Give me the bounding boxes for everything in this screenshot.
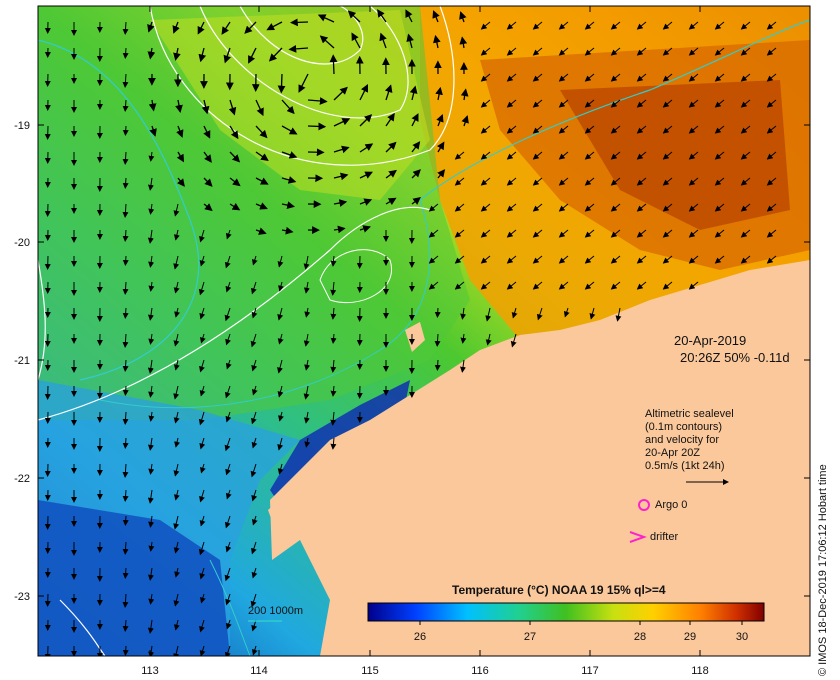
velocity-arrow xyxy=(122,645,129,656)
velocity-arrow xyxy=(122,255,129,266)
velocity-arrow xyxy=(122,177,129,189)
colorbar xyxy=(367,602,765,622)
legend-note-line: Altimetric sealevel xyxy=(645,408,734,420)
x-tick-label: 118 xyxy=(691,665,709,677)
velocity-arrow xyxy=(122,385,129,396)
colorbar-title: Temperature (°C) NOAA 19 15% ql>=4 xyxy=(452,583,666,597)
y-tick-label: -22 xyxy=(14,473,30,485)
colorbar-tick-label: 29 xyxy=(684,631,696,643)
velocity-arrow xyxy=(122,47,129,59)
velocity-arrow xyxy=(290,18,309,27)
velocity-arrow xyxy=(434,359,441,371)
argo-label: Argo 0 xyxy=(655,499,688,511)
colorbar-tick-label: 28 xyxy=(634,631,646,643)
y-tick-label: -20 xyxy=(14,237,30,249)
colorbar-tick-label: 27 xyxy=(524,631,536,643)
isobath-legend-label: 200 1000m xyxy=(248,605,304,617)
velocity-arrow xyxy=(122,125,129,136)
y-tick-label: -21 xyxy=(14,355,30,367)
velocity-arrow xyxy=(122,515,129,526)
velocity-arrow xyxy=(122,307,129,319)
velocity-arrow xyxy=(122,567,129,579)
velocity-arrow xyxy=(329,54,338,75)
velocity-arrow xyxy=(122,437,129,449)
velocity-arrow xyxy=(277,73,286,94)
drifter-label: drifter xyxy=(650,531,679,543)
colorbar-tick-label: 26 xyxy=(414,631,426,643)
x-tick-label: 116 xyxy=(471,665,489,677)
legend-note-line: 20-Apr 20Z xyxy=(645,447,701,459)
credit-text: © IMOS 18-Dec-2019 17:06:12 Hobart time xyxy=(817,464,829,676)
date-stamp-line2: 20:26Z 50% -0.11d xyxy=(680,350,790,365)
y-tick-label: -19 xyxy=(14,120,30,132)
legend-note-line: (0.1m contours) xyxy=(645,421,723,433)
y-tick-label: -23 xyxy=(14,591,30,603)
x-tick-label: 117 xyxy=(581,665,599,677)
x-tick-label: 114 xyxy=(250,665,268,677)
velocity-arrow xyxy=(307,122,327,131)
colorbar-tick-label: 30 xyxy=(736,631,748,643)
legend-note: Altimetric sealevel (0.1m contours) and … xyxy=(645,408,734,473)
x-tick-label: 113 xyxy=(141,665,159,677)
legend-note-line: 0.5m/s (1kt 24h) xyxy=(645,460,725,472)
velocity-arrow xyxy=(434,307,441,318)
legend-note-line: and velocity for xyxy=(645,434,719,446)
date-stamp-line1: 20-Apr-2019 xyxy=(674,333,747,348)
x-tick-label: 115 xyxy=(361,665,379,677)
